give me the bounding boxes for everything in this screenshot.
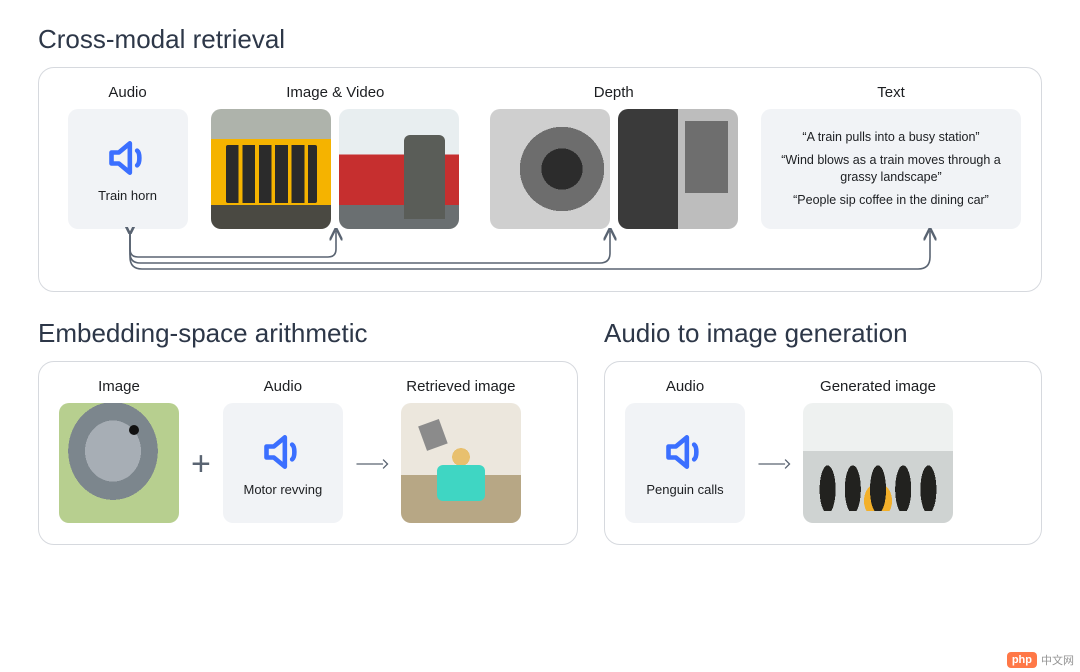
audio-tile-train-horn: Train horn: [68, 109, 188, 229]
label-image-video: Image & Video: [286, 84, 384, 101]
label-esa-audio: Audio: [264, 378, 302, 395]
text-quote-3: “People sip coffee in the dining car”: [773, 192, 1009, 209]
audio-tile-motor: Motor revving: [223, 403, 343, 523]
section-title-embedding: Embedding-space arithmetic: [38, 318, 578, 349]
audio-caption-penguin: Penguin calls: [646, 482, 723, 497]
section-title-cross-modal: Cross-modal retrieval: [38, 24, 1042, 55]
depth-image-train: [618, 109, 738, 229]
label-ati-generated: Generated image: [820, 378, 936, 395]
audio-tile-penguin: Penguin calls: [625, 403, 745, 523]
label-text: Text: [877, 84, 905, 101]
watermark: php 中文网: [1007, 652, 1074, 668]
text-tile: “A train pulls into a busy station” “Win…: [761, 109, 1021, 229]
panel-audio-to-image: Audio Penguin calls Generated i: [604, 361, 1042, 545]
section-title-audio-to-image: Audio to image generation: [604, 318, 1042, 349]
arrow-to-generated: [751, 404, 797, 524]
text-quote-1: “A train pulls into a busy station”: [773, 129, 1009, 146]
image-red-train: [339, 109, 459, 229]
label-audio: Audio: [108, 84, 146, 101]
speaker-icon: [663, 430, 707, 474]
audio-caption-motor: Motor revving: [243, 482, 322, 497]
arrow-right-icon: [751, 454, 797, 474]
bidirectional-arrows: [70, 227, 1010, 271]
label-ati-audio: Audio: [666, 378, 704, 395]
watermark-label: 中文网: [1041, 652, 1074, 668]
image-yellow-train: [211, 109, 331, 229]
depth-image-crossing: [490, 109, 610, 229]
panel-cross-modal: Audio Train horn Image & Video Depth: [38, 67, 1042, 292]
arrow-to-retrieved: [349, 404, 395, 524]
image-pigeon: [59, 403, 179, 523]
label-esa-image: Image: [98, 378, 140, 395]
label-depth: Depth: [594, 84, 634, 101]
watermark-badge: php: [1007, 652, 1037, 668]
image-penguins: [803, 403, 953, 523]
speaker-icon: [106, 136, 150, 180]
label-esa-retrieved: Retrieved image: [406, 378, 515, 395]
image-scooter: [401, 403, 521, 523]
arrow-right-icon: [349, 454, 395, 474]
plus-operator: +: [185, 404, 217, 524]
audio-caption: Train horn: [98, 188, 157, 203]
text-quote-2: “Wind blows as a train moves through a g…: [773, 152, 1009, 186]
panel-embedding: Image + Audio Motor revving: [38, 361, 578, 545]
speaker-icon: [261, 430, 305, 474]
